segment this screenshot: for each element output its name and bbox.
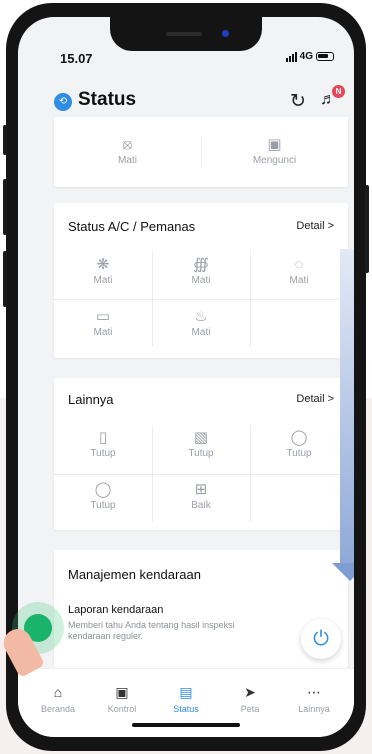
- tab-lainnya[interactable]: ⋯ Lainnya: [284, 683, 344, 714]
- ac-item-label: Mati: [191, 275, 211, 286]
- side-button: [3, 125, 7, 155]
- more-icon: ⋯: [307, 684, 321, 700]
- speaker: [166, 32, 202, 36]
- tab-kontrol[interactable]: ▣ Kontrol: [92, 683, 152, 714]
- door-icon: ▯: [98, 429, 108, 446]
- ac-item: ◌ Mati: [250, 255, 348, 286]
- window-icon: ▧: [193, 429, 209, 446]
- hood-icon: ◯: [290, 429, 308, 446]
- other-card-title: Lainnya: [68, 392, 114, 407]
- lock-card: ⦻ Mati ▣ Mengunci: [54, 117, 348, 187]
- ac-card-title: Status A/C / Pemanas: [68, 219, 196, 234]
- volume-up-button: [3, 179, 7, 235]
- engine-off-icon: ⦻: [122, 136, 133, 153]
- tab-label: Peta: [240, 704, 260, 714]
- battery-icon: ⊞: [194, 481, 208, 498]
- power-button[interactable]: ⏻: [301, 619, 341, 659]
- lock-status-label: Mengunci: [252, 155, 297, 166]
- tab-status[interactable]: ▤ Status: [156, 683, 216, 714]
- lock-status: ▣ Mengunci: [201, 135, 348, 166]
- notch: [110, 17, 262, 51]
- ac-item: ♨ Mati: [152, 307, 250, 338]
- fan-off-icon: ❋: [96, 256, 110, 273]
- other-item-label: Tutup: [90, 448, 116, 459]
- scroll-hint-arrow: [340, 249, 354, 565]
- tab-label: Beranda: [40, 704, 76, 714]
- volume-down-button: [3, 251, 7, 307]
- scroll-hint-arrow-head: [332, 563, 354, 581]
- network-type: 4G: [299, 51, 313, 62]
- other-item-label: Tutup: [90, 500, 116, 511]
- ac-item-label: Mati: [93, 327, 113, 338]
- ac-item: ▭ Mati: [54, 307, 152, 338]
- page-title: Status: [78, 89, 137, 110]
- report-description: Memberi tahu Anda tentang hasil inspeksi…: [68, 620, 235, 641]
- ac-item: ∰ Mati: [152, 255, 250, 286]
- other-item-label: Baik: [191, 500, 211, 511]
- power-side-button: [365, 185, 369, 273]
- signal-icon: [285, 51, 297, 62]
- notification-badge: N: [332, 85, 345, 98]
- other-detail-link[interactable]: Detail >: [296, 393, 334, 405]
- engine-status-label: Mati: [118, 155, 137, 166]
- front-defrost-icon: ◌: [294, 256, 304, 273]
- steering-heat-icon: ♨: [194, 308, 208, 325]
- other-item: ⊞ Baik: [152, 480, 250, 511]
- ac-item-label: Mati: [289, 275, 309, 286]
- power-icon: ⏻: [313, 628, 329, 650]
- ac-item: ❋ Mati: [54, 255, 152, 286]
- battery-icon: [316, 52, 334, 61]
- trunk-icon: ◯: [94, 481, 112, 498]
- lock-icon: ▣: [267, 136, 282, 153]
- camera: [222, 30, 229, 37]
- remote-icon: ▣: [115, 684, 129, 700]
- home-indicator: [132, 723, 240, 727]
- other-item: ◯ Tutup: [54, 480, 152, 511]
- tab-peta[interactable]: ➤ Peta: [220, 683, 280, 714]
- tab-label: Lainnya: [298, 704, 330, 714]
- divider: [54, 299, 348, 300]
- share-logo-icon[interactable]: ⟲: [54, 93, 72, 111]
- management-card-title: Manajemen kendaraan: [68, 567, 201, 582]
- ac-card: Status A/C / Pemanas Detail > ❋ Mati ∰ M…: [54, 203, 348, 358]
- app-screen: 15.07 4G ⟲ Status ↻ ♬ N ⦻ Mati ▣ Mengunc…: [18, 17, 354, 737]
- status-indicators: 4G: [285, 51, 334, 62]
- app-header: ⟲ Status ↻ ♬ N: [18, 77, 354, 117]
- other-item: ◯ Tutup: [250, 428, 348, 459]
- engine-status: ⦻ Mati: [54, 135, 201, 166]
- status-time: 15.07: [60, 51, 93, 66]
- ac-item-label: Mati: [93, 275, 113, 286]
- navigate-icon: ➤: [244, 684, 256, 700]
- other-card: Lainnya Detail > ▯ Tutup ▧ Tutup ◯ Tutup…: [54, 378, 348, 530]
- tab-label: Kontrol: [107, 704, 137, 714]
- report-title[interactable]: Laporan kendaraan: [68, 604, 163, 616]
- other-item: ▯ Tutup: [54, 428, 152, 459]
- divider: [54, 474, 348, 475]
- home-icon: ⌂: [53, 684, 63, 700]
- tab-beranda[interactable]: ⌂ Beranda: [28, 683, 88, 714]
- seat-heat-icon: ∰: [193, 256, 209, 273]
- other-item: ▧ Tutup: [152, 428, 250, 459]
- tab-label: Status: [173, 704, 199, 714]
- ac-item-label: Mati: [191, 327, 211, 338]
- other-item-label: Tutup: [188, 448, 214, 459]
- ac-detail-link[interactable]: Detail >: [296, 220, 334, 232]
- other-item-label: Tutup: [286, 448, 312, 459]
- refresh-icon[interactable]: ↻: [290, 90, 306, 113]
- rear-defrost-icon: ▭: [95, 308, 111, 325]
- car-icon: ▤: [179, 684, 193, 700]
